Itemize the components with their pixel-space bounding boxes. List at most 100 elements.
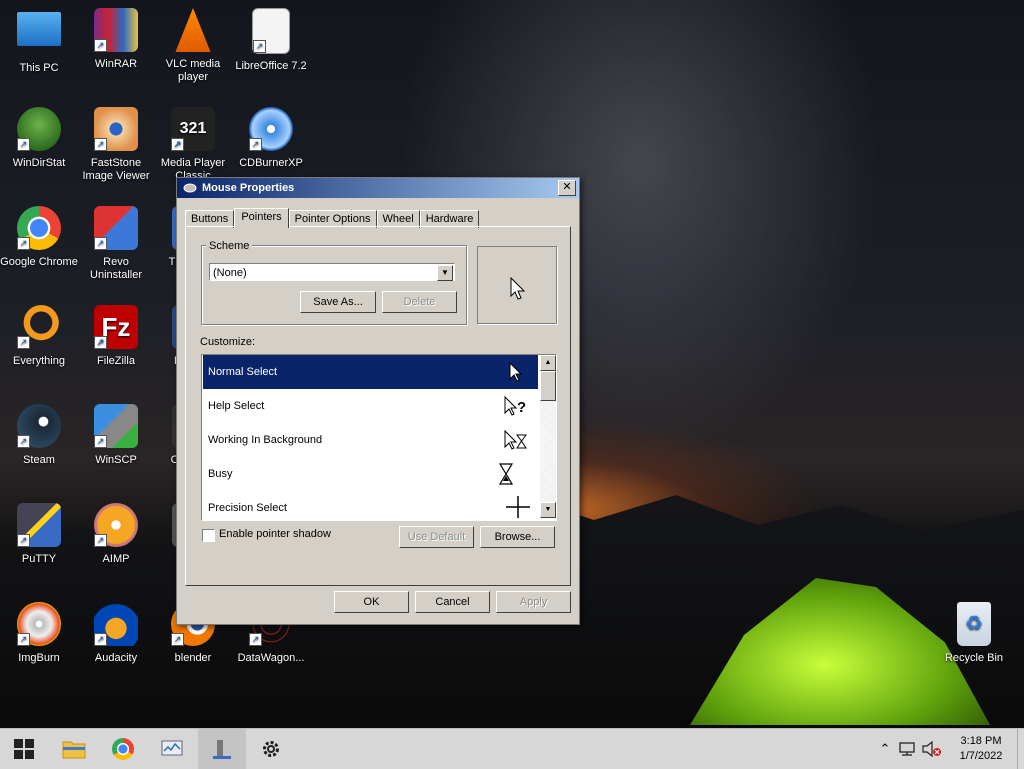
ok-button[interactable]: OK	[334, 591, 409, 613]
scroll-up-icon[interactable]: ▲	[540, 355, 556, 371]
scroll-down-icon[interactable]: ▼	[540, 502, 556, 518]
desktop-icon-recycle-bin[interactable]: ♻ Recycle Bin	[935, 602, 1013, 665]
desktop-icon-windirstat[interactable]: ↗ WinDirStat	[0, 107, 78, 170]
save-as-button[interactable]: Save As...	[300, 291, 376, 313]
tab-strip: Buttons Pointers Pointer Options Wheel H…	[185, 208, 480, 228]
delete-button[interactable]: Delete	[382, 291, 457, 313]
list-item-working-in-background[interactable]: Working In Background	[203, 423, 538, 457]
volume-muted-icon[interactable]	[921, 741, 943, 757]
desktop-icon-mpc[interactable]: 321 ↗ Media Player Classic	[154, 107, 232, 183]
system-tray: ⌃ 3:18 PM 1/7/2022	[875, 729, 1024, 769]
lock-icon: ↗	[94, 404, 138, 448]
network-icon[interactable]	[897, 741, 917, 757]
taskbar-file-explorer[interactable]	[50, 729, 98, 769]
chevron-up-icon[interactable]: ⌃	[875, 741, 895, 757]
help-cursor-icon: ?	[504, 395, 526, 416]
scrollbar-thumb[interactable]	[540, 371, 556, 401]
taskbar: ⌃ 3:18 PM 1/7/2022	[0, 728, 1024, 769]
desktop-icon-label: WinRAR	[94, 58, 138, 70]
clapperboard-icon: 321 ↗	[171, 107, 215, 151]
desktop-icon-label: WinSCP	[95, 454, 137, 466]
desktop-icon-label: Audacity	[94, 652, 138, 664]
magnifier-icon: ↗	[17, 305, 61, 349]
list-item-busy[interactable]: Busy	[203, 457, 538, 491]
taskbar-mouse-properties[interactable]	[198, 729, 246, 769]
desktop-icon-label: PuTTY	[21, 553, 57, 565]
putty-terminal-icon: ↗	[17, 503, 61, 547]
use-default-button[interactable]: Use Default	[399, 526, 474, 548]
scheme-groupbox	[201, 245, 467, 325]
list-item-label: Busy	[208, 468, 233, 480]
cursor-list[interactable]: Normal Select Help Select ? Working In B…	[201, 354, 557, 521]
eye-icon: ↗	[94, 107, 138, 151]
desktop-icon-vlc[interactable]: VLC media player	[154, 8, 232, 84]
desktop-icon-label: FastStone Image Viewer	[82, 157, 150, 182]
clock[interactable]: 3:18 PM 1/7/2022	[945, 734, 1017, 764]
dialog-title: Mouse Properties	[202, 182, 295, 194]
clock-date: 1/7/2022	[959, 750, 1003, 762]
cancel-button[interactable]: Cancel	[415, 591, 490, 613]
start-button[interactable]	[0, 729, 48, 769]
scheme-label: Scheme	[206, 240, 253, 252]
dialog-titlebar[interactable]: Mouse Properties ✕	[177, 178, 579, 198]
vlc-cone-icon	[175, 8, 211, 52]
list-item-label: Precision Select	[208, 502, 287, 514]
list-scrollbar[interactable]: ▲ ▼	[540, 355, 556, 518]
desktop-icon-libreoffice[interactable]: ↗ LibreOffice 7.2	[232, 8, 310, 73]
filezilla-icon: Fz ↗	[94, 305, 138, 349]
show-desktop-button[interactable]	[1017, 729, 1024, 769]
desktop-icon-label: ImgBurn	[18, 652, 60, 664]
taskbar-activity-monitor[interactable]	[148, 729, 196, 769]
chevron-down-icon[interactable]: ▼	[437, 265, 453, 281]
desktop-icon-label: FileZilla	[97, 355, 135, 367]
working-cursor-icon	[504, 429, 527, 450]
clock-time: 3:18 PM	[960, 735, 1002, 747]
chrome-icon: ↗	[17, 206, 61, 250]
desktop-icon-this-pc[interactable]: This PC	[0, 8, 78, 75]
desktop-icon-label: Revo Uninstaller	[90, 256, 142, 281]
list-item-normal-select[interactable]: Normal Select	[203, 355, 538, 389]
desktop-icon-imgburn[interactable]: ↗ ImgBurn	[0, 602, 78, 665]
desktop-icon-label: VLC media player	[165, 58, 221, 83]
list-item-label: Working In Background	[208, 434, 323, 446]
desktop-icon-label: Steam	[23, 454, 55, 466]
pointer-shadow-checkbox[interactable]	[202, 529, 215, 542]
scheme-select[interactable]: (None) ▼	[209, 263, 455, 281]
desktop-icon-label: DataWagon...	[237, 652, 305, 664]
aimp-icon: ↗	[94, 503, 138, 547]
desktop-icon-label: This PC	[19, 62, 59, 74]
browse-button[interactable]: Browse...	[480, 526, 555, 548]
pointer-preview	[477, 246, 557, 324]
tree-icon: ↗	[17, 107, 61, 151]
hourglass-cursor-icon	[498, 463, 514, 485]
close-button[interactable]: ✕	[558, 180, 576, 196]
desktop-icon-label: AIMP	[102, 553, 130, 565]
desktop-icon-audacity[interactable]: ↗ Audacity	[77, 602, 155, 665]
list-item-precision-select[interactable]: Precision Select	[203, 491, 538, 520]
svg-text:?: ?	[517, 399, 526, 416]
crosshair-cursor-icon	[506, 496, 530, 518]
desktop-icon-label: CDBurnerXP	[239, 157, 303, 169]
desktop-icon-cdburnerxp[interactable]: ↗ CDBurnerXP	[232, 107, 310, 170]
desktop-icon-label: blender	[174, 652, 212, 664]
disc-icon: ↗	[249, 107, 293, 151]
apply-button[interactable]: Apply	[496, 591, 571, 613]
libreoffice-document-icon: ↗	[252, 8, 290, 54]
taskbar-settings[interactable]	[247, 729, 295, 769]
folder-icon	[62, 741, 86, 759]
taskbar-chrome[interactable]	[99, 729, 147, 769]
desktop-icon-steam[interactable]: ↗ Steam	[0, 404, 78, 467]
desktop-icon-label: Google Chrome	[0, 256, 78, 268]
tab-pointers[interactable]: Pointers	[234, 208, 289, 228]
desktop-icon-everything[interactable]: ↗ Everything	[0, 305, 78, 368]
desktop-icon-putty[interactable]: ↗ PuTTY	[0, 503, 78, 566]
desktop-icon-faststone[interactable]: ↗ FastStone Image Viewer	[77, 107, 155, 183]
mouse-icon	[183, 183, 197, 193]
recycle-bin-icon: ♻	[957, 602, 991, 646]
desktop-icon-label: LibreOffice 7.2	[235, 60, 307, 72]
pointer-shadow-label[interactable]: Enable pointer shadow	[219, 528, 331, 540]
list-item-help-select[interactable]: Help Select ?	[203, 389, 538, 423]
desktop-icon-chrome[interactable]: ↗ Google Chrome	[0, 206, 78, 269]
desktop-icon-winrar[interactable]: ↗ WinRAR	[77, 8, 155, 71]
computer-icon	[17, 12, 61, 46]
